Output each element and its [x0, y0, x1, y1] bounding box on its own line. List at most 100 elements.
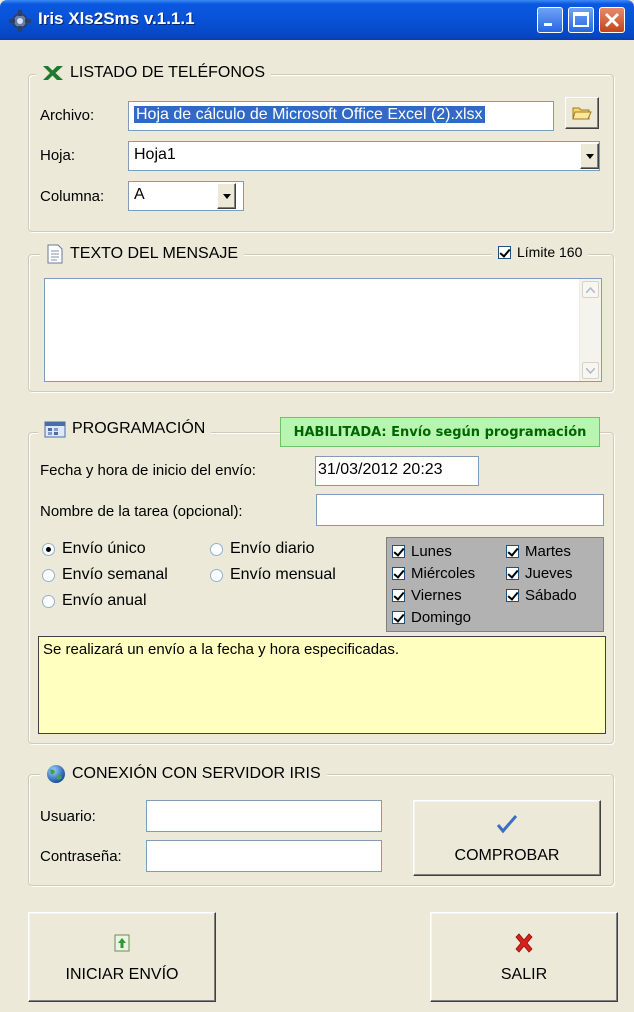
- chevron-down-icon: [586, 367, 595, 374]
- close-icon: [604, 12, 620, 28]
- day-friday-label: Viernes: [411, 587, 462, 604]
- day-sunday[interactable]: Domingo: [392, 609, 471, 626]
- limit-checkbox[interactable]: Límite 160: [492, 244, 589, 260]
- exit-button[interactable]: SALIR: [430, 912, 618, 1002]
- phones-group-legend: LISTADO DE TELÉFONOS: [36, 64, 272, 82]
- radio-daily[interactable]: [210, 542, 223, 556]
- chevron-up-icon: [586, 286, 595, 293]
- document-icon: [47, 244, 63, 264]
- schedule-group-title: PROGRAMACIÓN: [72, 420, 206, 437]
- schedule-info-text: Se realizará un envío a la fecha y hora …: [43, 641, 400, 658]
- close-button[interactable]: [599, 7, 625, 33]
- day-thursday-label: Jueves: [525, 565, 573, 582]
- red-x-icon: [515, 933, 533, 953]
- schedule-group-legend: PROGRAMACIÓN: [38, 420, 212, 438]
- sheet-select[interactable]: Hoja1: [128, 141, 600, 171]
- minimize-button[interactable]: [537, 7, 563, 33]
- minimize-icon: [544, 23, 552, 26]
- day-saturday-label: Sábado: [525, 587, 577, 604]
- user-field[interactable]: [146, 800, 382, 832]
- column-dropdown-button[interactable]: [217, 183, 236, 209]
- message-scrollbar[interactable]: [579, 279, 601, 381]
- limit-checkbox-box[interactable]: [498, 245, 511, 259]
- maximize-button[interactable]: [568, 7, 594, 33]
- day-tuesday-label: Martes: [525, 543, 571, 560]
- radio-yearly[interactable]: [42, 594, 55, 608]
- day-sunday-label: Domingo: [411, 609, 472, 626]
- option-daily-label: Envío diario: [230, 540, 315, 557]
- option-weekly[interactable]: Envío semanal: [42, 566, 168, 584]
- connection-group-title: CONEXIÓN CON SERVIDOR IRIS: [72, 765, 321, 782]
- status-badge: HABILITADA: Envío según programación: [280, 417, 600, 447]
- day-wednesday[interactable]: Miércoles: [392, 565, 475, 582]
- option-unique-label: Envío único: [62, 540, 146, 557]
- day-sunday-checkbox[interactable]: [392, 611, 405, 624]
- scroll-up-button[interactable]: [582, 281, 599, 298]
- day-monday-label: Lunes: [411, 543, 452, 560]
- file-label: Archivo:: [40, 107, 95, 124]
- day-saturday[interactable]: Sábado: [506, 587, 577, 604]
- day-saturday-checkbox[interactable]: [506, 589, 519, 602]
- folder-open-icon: [572, 107, 592, 120]
- option-weekly-label: Envío semanal: [62, 566, 168, 583]
- sheet-label: Hoja:: [40, 147, 76, 164]
- browse-file-button[interactable]: [565, 97, 599, 129]
- chevron-down-icon: [222, 193, 231, 199]
- option-unique[interactable]: Envío único: [42, 540, 146, 558]
- option-yearly[interactable]: Envío anual: [42, 592, 147, 610]
- column-label: Columna:: [40, 188, 105, 205]
- day-friday[interactable]: Viernes: [392, 587, 462, 604]
- day-tuesday-checkbox[interactable]: [506, 545, 519, 558]
- option-daily[interactable]: Envío diario: [210, 540, 315, 558]
- user-label: Usuario:: [40, 808, 96, 825]
- password-label: Contraseña:: [40, 848, 122, 865]
- message-group-title: TEXTO DEL MENSAJE: [70, 245, 239, 262]
- connection-group-legend: CONEXIÓN CON SERVIDOR IRIS: [40, 764, 327, 784]
- start-datetime-value: 31/03/2012 20:23: [318, 461, 443, 478]
- password-field[interactable]: [146, 840, 382, 872]
- title-bar[interactable]: Iris Xls2Sms v.1.1.1: [0, 0, 634, 40]
- checkmark-icon: [496, 815, 518, 834]
- check-connection-label: COMPROBAR: [454, 847, 560, 864]
- start-send-label: INICIAR ENVÍO: [65, 966, 179, 983]
- message-group-legend: TEXTO DEL MENSAJE: [40, 244, 245, 264]
- day-monday[interactable]: Lunes: [392, 543, 452, 560]
- calendar-icon: [44, 421, 66, 438]
- day-friday-checkbox[interactable]: [392, 589, 405, 602]
- day-monday-checkbox[interactable]: [392, 545, 405, 558]
- radio-monthly[interactable]: [210, 568, 223, 582]
- upload-icon: [114, 934, 130, 952]
- file-field[interactable]: Hoja de cálculo de Microsoft Office Exce…: [128, 101, 554, 131]
- radio-weekly[interactable]: [42, 568, 55, 582]
- task-name-label: Nombre de la tarea (opcional):: [40, 503, 243, 520]
- option-yearly-label: Envío anual: [62, 592, 147, 609]
- option-monthly[interactable]: Envío mensual: [210, 566, 336, 584]
- start-datetime-field[interactable]: 31/03/2012 20:23: [315, 456, 479, 486]
- maximize-icon: [573, 12, 589, 27]
- sheet-dropdown-button[interactable]: [580, 143, 599, 169]
- column-select-value: A: [134, 186, 145, 203]
- excel-icon: [43, 66, 63, 80]
- task-name-field[interactable]: [316, 494, 604, 526]
- radio-unique[interactable]: [42, 542, 55, 556]
- message-textarea[interactable]: [44, 278, 602, 382]
- start-send-button[interactable]: INICIAR ENVÍO: [28, 912, 216, 1002]
- day-tuesday[interactable]: Martes: [506, 543, 571, 560]
- exit-label: SALIR: [500, 966, 548, 983]
- start-datetime-label: Fecha y hora de inicio del envío:: [40, 462, 256, 479]
- globe-icon: [47, 765, 65, 783]
- file-path-value: Hoja de cálculo de Microsoft Office Exce…: [134, 106, 485, 123]
- app-icon: [9, 10, 31, 32]
- day-thursday[interactable]: Jueves: [506, 565, 573, 582]
- scroll-down-button[interactable]: [582, 362, 599, 379]
- limit-checkbox-label: Límite 160: [517, 244, 583, 260]
- window-title: Iris Xls2Sms v.1.1.1: [38, 9, 195, 28]
- day-wednesday-checkbox[interactable]: [392, 567, 405, 580]
- check-connection-button[interactable]: COMPROBAR: [413, 800, 601, 876]
- phones-group-title: LISTADO DE TELÉFONOS: [70, 64, 266, 81]
- sheet-select-value: Hoja1: [134, 146, 176, 163]
- day-thursday-checkbox[interactable]: [506, 567, 519, 580]
- option-monthly-label: Envío mensual: [230, 566, 336, 583]
- chevron-down-icon: [585, 153, 594, 159]
- schedule-info-box: Se realizará un envío a la fecha y hora …: [38, 636, 606, 734]
